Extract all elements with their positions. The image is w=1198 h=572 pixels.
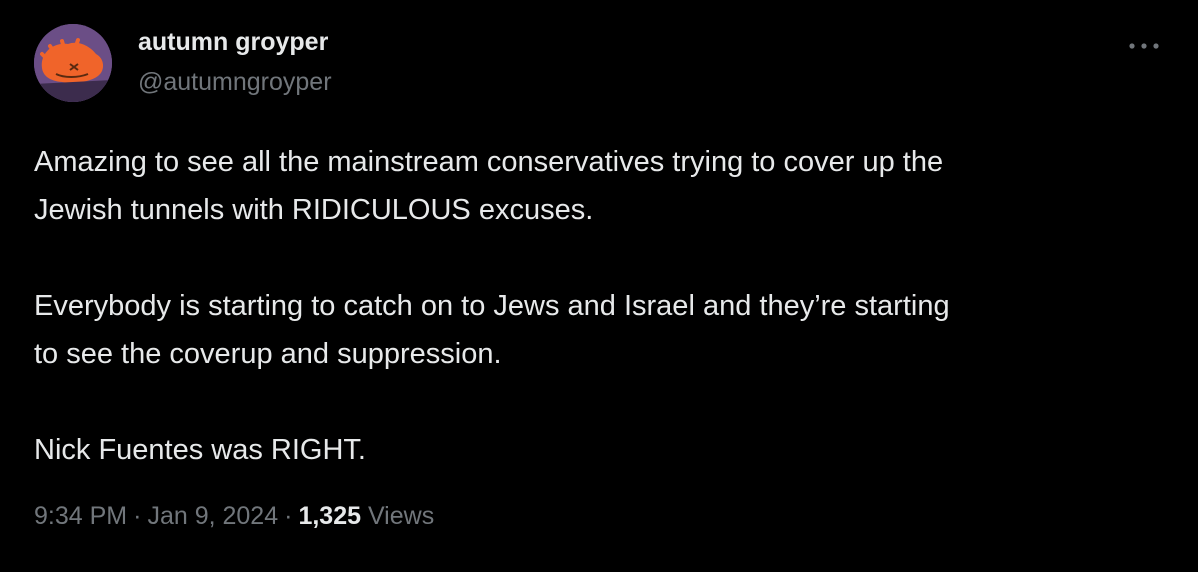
- tweet-line: Jewish tunnels with RIDICULOUS excuses.: [34, 194, 594, 226]
- ellipsis-horizontal-icon: [1129, 43, 1159, 49]
- avatar-image: [34, 24, 112, 102]
- tweet-meta: 9:34 PM · Jan 9, 2024 · 1,325 Views: [34, 502, 434, 531]
- meta-separator: ·: [133, 502, 142, 530]
- views-label: Views: [367, 502, 435, 530]
- meta-separator: ·: [284, 502, 293, 530]
- avatar[interactable]: [34, 24, 112, 102]
- tweet-line: Everybody is starting to catch on to Jew…: [34, 290, 950, 322]
- tweet-line: Nick Fuentes was RIGHT.: [34, 434, 366, 466]
- tweet-card: autumn groyper @autumngroyper Amazing to…: [0, 0, 1198, 572]
- tweet-line: to see the coverup and suppression.: [34, 338, 502, 370]
- author-handle[interactable]: @autumngroyper: [138, 68, 332, 97]
- views-count[interactable]: 1,325: [298, 502, 361, 530]
- tweet-date[interactable]: Jan 9, 2024: [147, 502, 278, 530]
- author-display-name[interactable]: autumn groyper: [138, 28, 328, 57]
- tweet-text: Amazing to see all the mainstream conser…: [34, 138, 1164, 474]
- more-options-button[interactable]: [1124, 32, 1164, 60]
- tweet-line: Amazing to see all the mainstream conser…: [34, 146, 944, 178]
- tweet-time[interactable]: 9:34 PM: [34, 502, 127, 530]
